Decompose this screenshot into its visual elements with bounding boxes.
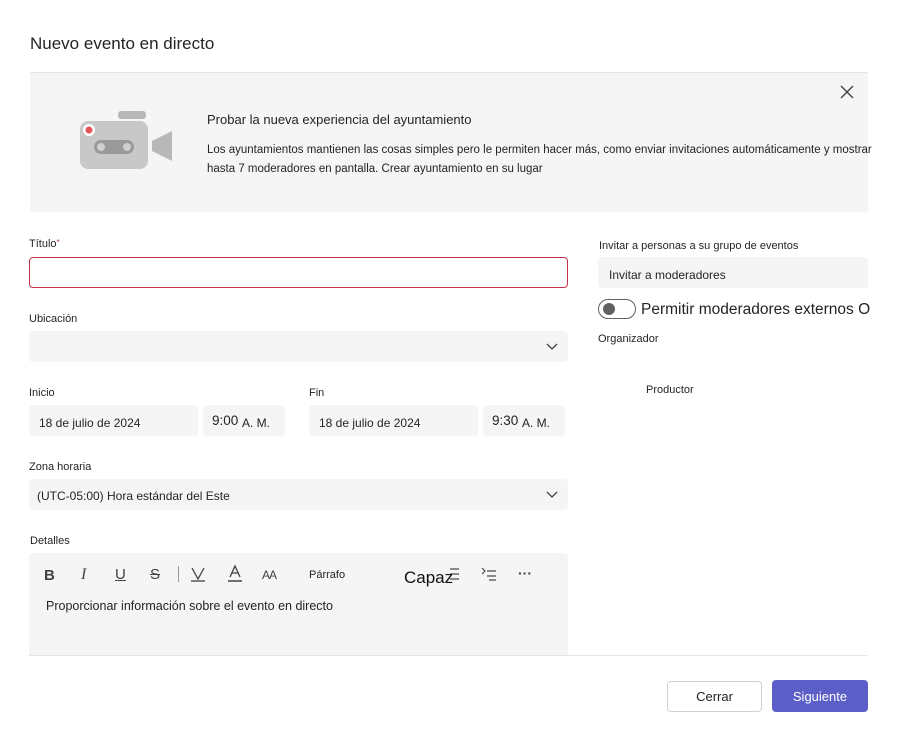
end-time-ampm: A. M. [522,416,551,430]
timezone-label: Zona horaria [29,461,92,473]
toggle-knob [603,303,615,315]
timezone-value: (UTC-05:00) Hora estándar del Este [37,489,230,503]
numbered-list-icon[interactable] [480,566,498,582]
invite-presenters-value: Invitar a moderadores [609,268,726,282]
bold-button[interactable]: B [44,567,55,584]
start-time-ampm: A. M. [242,416,271,430]
banner-heading: Probar la nueva experiencia del ayuntami… [207,112,472,127]
title-label-text: Título [29,238,57,250]
dialog-title: Nuevo evento en directo [30,34,215,53]
font-color-icon[interactable] [226,564,244,583]
end-date-picker[interactable]: 18 de julio de 2024 [309,405,478,436]
title-input[interactable] [29,257,568,288]
more-options-icon[interactable]: ··· [518,565,532,581]
italic-button[interactable]: I [81,566,86,584]
location-label: Ubicación [29,313,78,325]
start-time-num: 9:00 [212,413,239,428]
strikethrough-button[interactable]: S [150,566,160,583]
capaz-label: Capaz [404,568,454,587]
invite-label: Invitar a personas a su grupo de eventos [599,240,799,252]
chevron-down-icon [546,491,558,498]
underline-button[interactable]: U [115,566,126,583]
video-camera-icon [80,111,172,169]
end-time-picker[interactable]: 9:30 A. M. [483,405,565,436]
start-date-picker[interactable]: 18 de julio de 2024 [29,405,198,436]
next-button[interactable]: Siguiente [772,680,868,712]
banner-description: Los ayuntamientos mantienen las cosas si… [207,141,887,179]
footer-divider [29,655,868,656]
end-label: Fin [309,387,325,399]
cancel-button[interactable]: Cerrar [667,681,762,712]
end-time-num: 9:30 [492,413,519,428]
external-presenters-label: Permitir moderadores externos O [641,301,871,318]
banner-line-2[interactable]: hasta 7 moderadores en pantalla. Crear a… [207,160,887,179]
close-icon[interactable] [838,83,856,101]
timezone-dropdown[interactable]: (UTC-05:00) Hora estándar del Este [29,479,568,510]
required-mark: * [56,238,60,247]
details-editor[interactable]: B I U S AA Párrafo Capaz ··· Proporciona… [29,553,568,656]
chevron-down-icon [546,343,558,350]
font-size-button[interactable]: AA [262,568,277,582]
toolbar-divider [178,566,179,582]
location-dropdown[interactable] [29,331,568,362]
paragraph-dropdown[interactable]: Párrafo [309,569,345,581]
end-date-value: 18 de julio de 2024 [319,416,421,430]
producer-label: Productor [646,384,694,396]
invite-presenters-input[interactable]: Invitar a moderadores [598,257,868,288]
start-label: Inicio [29,387,55,399]
townhall-promo-banner: Probar la nueva experiencia del ayuntami… [30,72,872,212]
details-placeholder: Proporcionar información sobre el evento… [46,599,333,613]
external-presenters-toggle[interactable] [598,299,636,319]
banner-line-1: Los ayuntamientos mantienen las cosas si… [207,144,872,156]
organizer-label: Organizador [598,333,659,345]
start-time-picker[interactable]: 9:00 A. M. [203,405,285,436]
details-label: Detalles [30,535,70,547]
start-date-value: 18 de julio de 2024 [39,416,141,430]
title-label: Título* [29,238,60,250]
highlighter-icon[interactable] [189,565,207,583]
